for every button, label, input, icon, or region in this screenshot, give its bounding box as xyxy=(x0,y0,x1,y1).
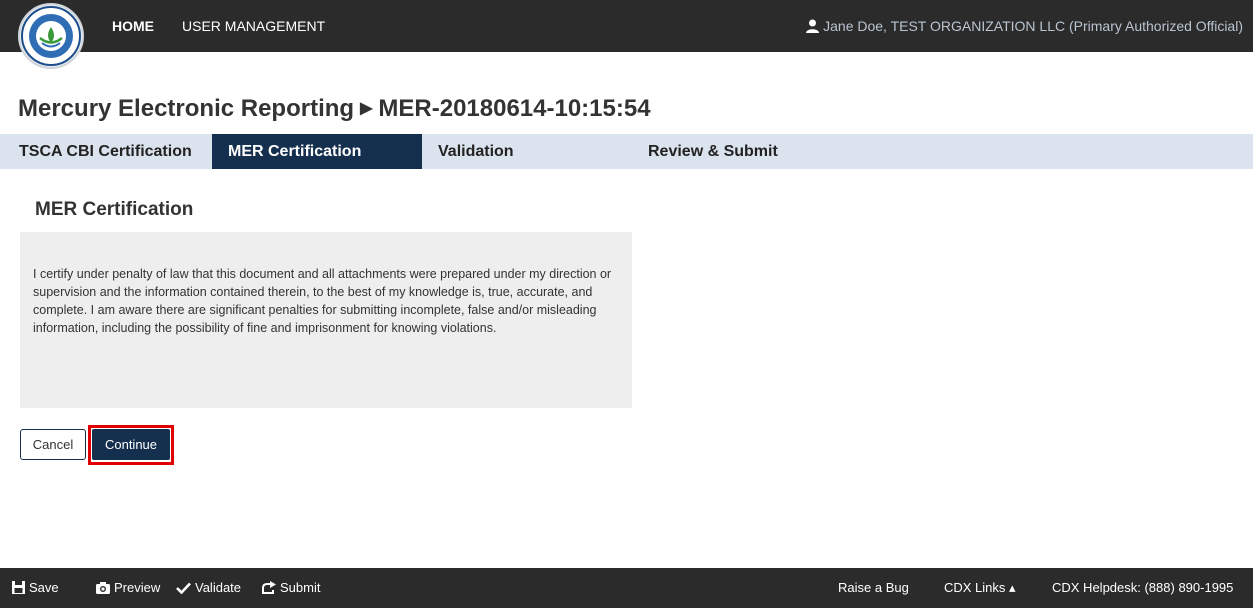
cancel-button[interactable]: Cancel xyxy=(20,429,86,460)
page-title: Mercury Electronic Reporting ▶ MER-2018061… xyxy=(18,95,651,123)
user-menu[interactable]: Jane Doe, TEST ORGANIZATION LLC (Primary… xyxy=(806,0,1243,52)
tab-tsca-cbi-certification[interactable]: TSCA CBI Certification xyxy=(9,134,209,169)
save-label: Save xyxy=(29,580,59,595)
preview-button[interactable]: Preview xyxy=(96,568,160,608)
top-nav-bar: HOME USER MANAGEMENT Jane Doe, TEST ORGA… xyxy=(0,0,1253,69)
section-title: MER Certification xyxy=(35,199,194,220)
user-icon xyxy=(806,19,820,33)
page-title-id: MER-20180614-10:15:54 xyxy=(378,95,651,122)
nav-home[interactable]: HOME xyxy=(112,0,154,52)
tab-mer-certification[interactable]: MER Certification xyxy=(212,134,422,169)
certification-panel: I certify under penalty of law that this… xyxy=(20,232,632,408)
nav-user-management[interactable]: USER MANAGEMENT xyxy=(182,0,325,52)
camera-icon xyxy=(96,582,110,594)
save-button[interactable]: Save xyxy=(12,568,59,608)
validate-button[interactable]: Validate xyxy=(176,568,241,608)
user-label: Jane Doe, TEST ORGANIZATION LLC (Primary… xyxy=(823,18,1243,34)
tab-validation[interactable]: Validation xyxy=(422,134,640,169)
floppy-icon xyxy=(12,581,25,594)
bottom-toolbar: Save Preview Validate Submit Raise a Bug… xyxy=(0,568,1253,608)
epa-seal-icon[interactable] xyxy=(18,3,84,69)
workflow-tabs: TSCA CBI Certification MER Certification… xyxy=(0,134,1253,169)
title-separator-icon: ▶ xyxy=(360,100,373,117)
raise-bug-link[interactable]: Raise a Bug xyxy=(838,568,909,608)
continue-button[interactable]: Continue xyxy=(92,429,170,460)
tab-review-submit[interactable]: Review & Submit xyxy=(640,134,860,169)
share-icon xyxy=(262,581,276,594)
certification-text: I certify under penalty of law that this… xyxy=(33,267,612,335)
validate-label: Validate xyxy=(195,580,242,595)
cdx-helpdesk-link[interactable]: CDX Helpdesk: (888) 890-1995 xyxy=(1052,568,1233,608)
submit-label: Submit xyxy=(280,580,321,595)
page-title-main: Mercury Electronic Reporting xyxy=(18,95,355,122)
cdx-links-menu[interactable]: CDX Links ▴ xyxy=(944,568,1016,608)
preview-label: Preview xyxy=(114,580,161,595)
check-icon xyxy=(176,582,191,595)
submit-button[interactable]: Submit xyxy=(262,568,320,608)
